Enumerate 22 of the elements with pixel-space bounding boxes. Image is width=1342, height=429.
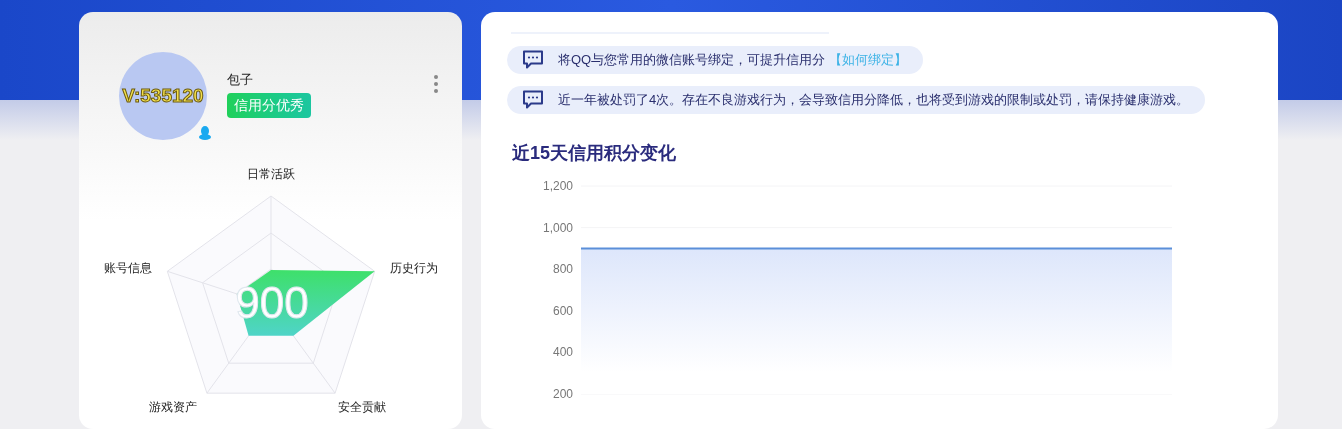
axis-label: 安全贡献 [338, 400, 386, 414]
bind-link[interactable]: 【如何绑定】 [829, 50, 908, 70]
y-tick-label: 1,000 [542, 220, 573, 235]
chart-title: 近15天信用积分变化 [512, 142, 678, 164]
y-tick-label: 1,200 [542, 179, 573, 193]
score-text: 900 [235, 278, 309, 327]
user-name: 包子 [227, 72, 253, 88]
message-icon [522, 50, 544, 70]
notice-text: 近一年被处罚了4次。存在不良游戏行为，会导致信用分降低，也将受到游戏的限制或处罚，请保持健康游戏。 [558, 91, 1190, 110]
y-tick-label: 200 [552, 387, 573, 401]
avatar-overlay-text: V:535120 [122, 83, 204, 108]
axis-label: 日常活跃 [247, 167, 295, 181]
y-tick-label: 400 [552, 345, 573, 360]
message-icon [522, 90, 544, 110]
axis-label: 历史行为 [390, 261, 438, 275]
credit-badge: 信用分优秀 [227, 93, 311, 118]
more-icon[interactable] [434, 75, 438, 93]
axis-label: 游戏资产 [149, 400, 197, 414]
notice-text: 将QQ与您常用的微信账号绑定，可提升信用分 [558, 51, 826, 70]
y-tick-label: 600 [552, 303, 573, 318]
axis-label: 账号信息 [104, 261, 152, 275]
y-tick-label: 800 [552, 262, 573, 277]
